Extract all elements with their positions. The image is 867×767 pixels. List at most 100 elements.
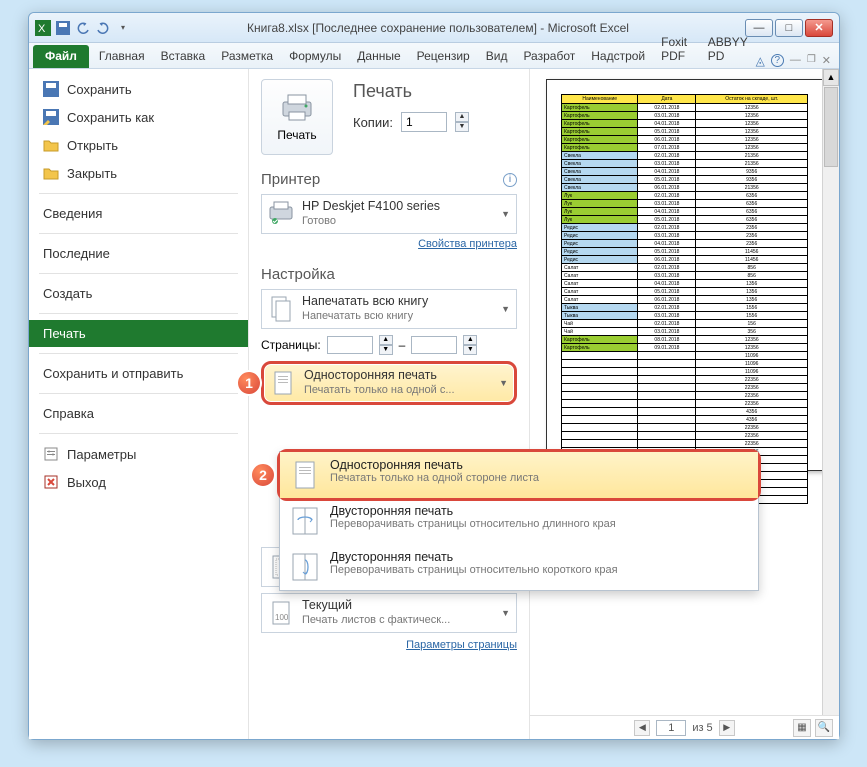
tab-file[interactable]: Файл xyxy=(33,45,89,68)
scroll-up-icon[interactable]: ▲ xyxy=(823,69,839,86)
page-of: из 5 xyxy=(692,722,712,734)
sidebar-item-options[interactable]: Параметры xyxy=(29,440,248,468)
tab-abbyy[interactable]: ABBYY PD xyxy=(700,31,756,68)
tab-home[interactable]: Главная xyxy=(91,45,153,68)
dd-title: Односторонняя печать xyxy=(304,368,491,384)
sidebar-item-exit[interactable]: Выход xyxy=(29,468,248,496)
undo-icon[interactable] xyxy=(75,20,91,36)
double-long-icon xyxy=(290,504,320,538)
duplex-menu-item-long[interactable]: Двусторонняя печать Переворачивать стран… xyxy=(280,498,758,544)
menu-item-sub: Переворачивать страницы относительно дли… xyxy=(330,518,616,530)
tab-layout[interactable]: Разметка xyxy=(213,45,281,68)
qat-dropdown-icon[interactable]: ▾ xyxy=(115,20,131,36)
maximize-button[interactable]: □ xyxy=(775,19,803,37)
printer-dropdown[interactable]: HP Deskjet F4100 series Готово ▼ xyxy=(261,194,517,234)
svg-text:X: X xyxy=(38,23,46,35)
doc-restore-icon[interactable]: ❐ xyxy=(807,54,816,68)
single-side-icon xyxy=(270,368,296,398)
page-prev-button[interactable]: ◀ xyxy=(634,720,650,736)
saveas-icon xyxy=(43,109,59,125)
printer-properties-link[interactable]: Свойства принтера xyxy=(261,238,517,250)
dd-title: Напечатать всю книгу xyxy=(302,294,493,310)
scroll-thumb[interactable] xyxy=(824,87,838,167)
tab-insert[interactable]: Вставка xyxy=(153,45,214,68)
dd-sub: Печать листов с фактическ... xyxy=(302,614,493,628)
save-icon xyxy=(43,81,59,97)
tab-review[interactable]: Рецензир xyxy=(409,45,478,68)
printer-section-title: Принтер xyxy=(261,171,320,188)
page-next-button[interactable]: ▶ xyxy=(719,720,735,736)
printer-icon xyxy=(279,92,315,122)
tab-developer[interactable]: Разработ xyxy=(515,45,583,68)
backstage-main: Печать Печать Копии: ▲ ▼ xyxy=(249,69,839,739)
page-current[interactable]: 1 xyxy=(656,720,686,736)
preview-scrollbar[interactable]: ▲ xyxy=(822,69,839,715)
pages-from-input[interactable] xyxy=(327,336,373,354)
pages-from-spinner[interactable]: ▲▼ xyxy=(379,335,393,355)
dd-sub: Напечатать всю книгу xyxy=(302,310,493,324)
redo-icon[interactable] xyxy=(95,20,111,36)
sidebar-item-save[interactable]: Сохранить xyxy=(29,75,248,103)
backstage-view: Сохранить Сохранить как Открыть Закрыть … xyxy=(29,69,839,739)
zoom-to-page-button[interactable]: ▦ xyxy=(793,719,811,737)
page-setup-link[interactable]: Параметры страницы xyxy=(261,639,517,651)
sidebar-item-label: Сведения xyxy=(43,206,102,221)
print-preview-column: НаименованиеДатаОстаток на складе, шт.Ка… xyxy=(529,69,839,739)
duplex-dropdown[interactable]: Односторонняя печать Печатать только на … xyxy=(264,364,514,402)
duplex-dropdown-highlight: 1 Односторонняя печать Печатать только н… xyxy=(261,361,517,405)
zoom-button[interactable]: 🔍 xyxy=(815,719,833,737)
sidebar-item-saveas[interactable]: Сохранить как xyxy=(29,103,248,131)
sidebar-item-share[interactable]: Сохранить и отправить xyxy=(29,360,248,387)
pages-icon xyxy=(268,294,294,324)
help-icon[interactable]: ? xyxy=(771,54,784,67)
printer-name: HP Deskjet F4100 series xyxy=(302,199,493,215)
print-button[interactable]: Печать xyxy=(261,79,333,155)
sidebar-item-help[interactable]: Справка xyxy=(29,400,248,427)
scaling-dropdown[interactable]: 100 Текущий Печать листов с фактическ...… xyxy=(261,593,517,633)
double-short-icon xyxy=(290,550,320,584)
print-button-label: Печать xyxy=(277,128,316,142)
window-controls: — □ ✕ xyxy=(745,19,833,37)
sidebar-item-label: Печать xyxy=(43,326,86,341)
sidebar-item-label: Сохранить как xyxy=(67,110,154,125)
duplex-menu-item-highlight: 2 Односторонняя печать Печатать только н… xyxy=(277,449,761,501)
info-icon[interactable]: i xyxy=(503,173,517,187)
tab-formulas[interactable]: Формулы xyxy=(281,45,349,68)
menu-item-sub: Печатать только на одной стороне листа xyxy=(330,472,539,484)
print-what-dropdown[interactable]: Напечатать всю книгу Напечатать всю книг… xyxy=(261,289,517,329)
save-icon[interactable] xyxy=(55,20,71,36)
close-button[interactable]: ✕ xyxy=(805,19,833,37)
minimize-ribbon-icon[interactable]: ◬ xyxy=(756,54,765,68)
menu-item-title: Односторонняя печать xyxy=(330,458,539,472)
copies-label: Копии: xyxy=(353,115,393,130)
tab-foxit[interactable]: Foxit PDF xyxy=(653,31,700,68)
print-settings-column: Печать Печать Копии: ▲ ▼ xyxy=(249,69,529,739)
tab-view[interactable]: Вид xyxy=(478,45,516,68)
sidebar-item-info[interactable]: Сведения xyxy=(29,200,248,227)
sidebar-item-new[interactable]: Создать xyxy=(29,280,248,307)
pages-to-dash: – xyxy=(399,338,406,352)
sidebar-item-print[interactable]: Печать xyxy=(29,320,248,347)
tab-addins[interactable]: Надстрой xyxy=(583,45,653,68)
sidebar-item-label: Закрыть xyxy=(67,166,117,181)
copies-spinner[interactable]: ▲ ▼ xyxy=(455,112,469,132)
duplex-menu-item-single[interactable]: Односторонняя печать Печатать только на … xyxy=(280,452,758,498)
sidebar-item-open[interactable]: Открыть xyxy=(29,131,248,159)
doc-close-icon[interactable]: ✕ xyxy=(822,54,831,68)
printer-status: Готово xyxy=(302,215,493,229)
tab-data[interactable]: Данные xyxy=(349,45,408,68)
spinner-up-icon[interactable]: ▲ xyxy=(455,112,469,122)
sidebar-item-label: Справка xyxy=(43,406,94,421)
sidebar-item-label: Последние xyxy=(43,246,110,261)
spinner-down-icon[interactable]: ▼ xyxy=(455,122,469,132)
doc-minimize-icon[interactable]: — xyxy=(790,54,801,68)
sidebar-item-close[interactable]: Закрыть xyxy=(29,159,248,187)
callout-badge-1: 1 xyxy=(236,370,262,396)
pages-to-input[interactable] xyxy=(411,336,457,354)
pages-to-spinner[interactable]: ▲▼ xyxy=(463,335,477,355)
duplex-menu-item-short[interactable]: Двусторонняя печать Переворачивать стран… xyxy=(280,544,758,590)
copies-input[interactable] xyxy=(401,112,447,132)
dd-sub: Печатать только на одной с... xyxy=(304,384,491,398)
sidebar-item-recent[interactable]: Последние xyxy=(29,240,248,267)
menu-item-sub: Переворачивать страницы относительно кор… xyxy=(330,564,618,576)
